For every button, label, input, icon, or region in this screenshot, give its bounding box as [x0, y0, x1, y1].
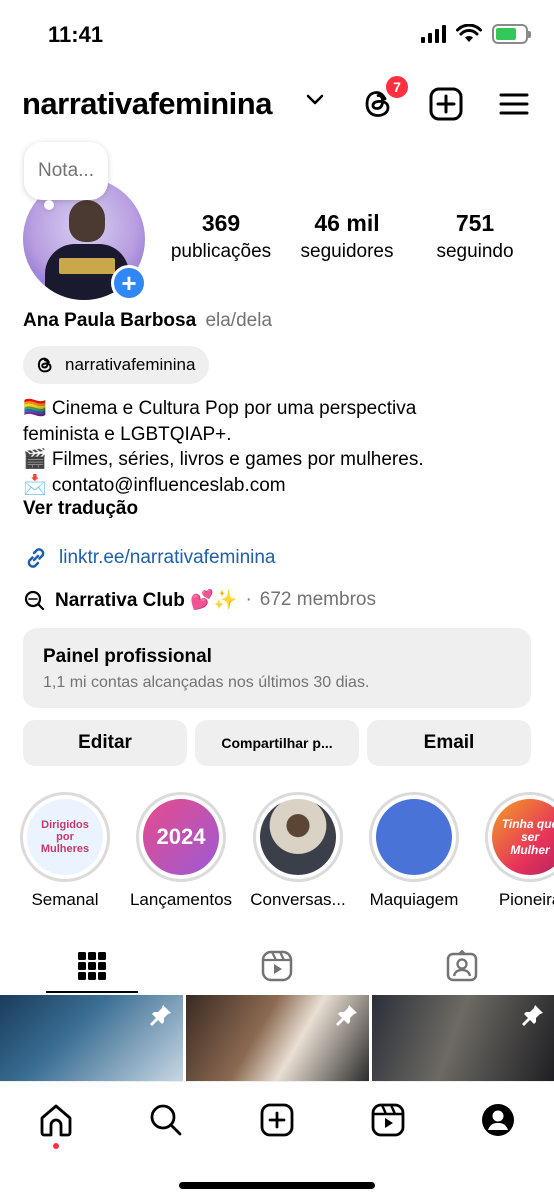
story-highlight[interactable]: Dirigidos por Mulheres Semanal [5, 792, 125, 910]
story-highlight[interactable]: Maquiagem [354, 792, 474, 910]
chevron-down-icon[interactable] [306, 94, 324, 106]
see-translation-link[interactable]: Ver tradução [23, 498, 138, 520]
tab-tagged[interactable] [370, 938, 554, 994]
grid-icon [78, 952, 106, 980]
professional-dashboard[interactable]: Painel profissional 1,1 mi contas alcanç… [23, 628, 531, 708]
stat-followers[interactable]: 46 mil seguidores [292, 210, 402, 263]
channel-name: Narrativa Club 💕✨ [55, 590, 238, 611]
add-story-icon[interactable]: + [111, 265, 147, 301]
stat-value: 46 mil [314, 210, 380, 236]
reels-icon [371, 1103, 405, 1137]
active-tab-indicator [46, 991, 138, 993]
stat-value: 369 [201, 210, 241, 236]
stat-value: 751 [455, 210, 495, 236]
wifi-icon [456, 24, 482, 42]
stat-posts[interactable]: 369 publicações [164, 210, 278, 263]
email-button[interactable]: Email [367, 720, 531, 766]
highlight-label: Pioneira [498, 890, 554, 909]
bottom-navigation [0, 1081, 554, 1200]
signal-icon [421, 25, 446, 43]
stat-following[interactable]: 751 seguindo [420, 210, 530, 263]
edit-profile-button[interactable]: Editar [23, 720, 187, 766]
status-time: 11:41 [48, 22, 104, 47]
highlight-cover: 2024 [143, 799, 219, 875]
pin-icon [522, 1005, 543, 1026]
note-bubble[interactable]: Nota... [24, 142, 108, 200]
stat-label: seguidores [300, 241, 394, 262]
profile-icon [482, 1104, 514, 1136]
status-icons [421, 24, 531, 44]
channel-icon [24, 590, 45, 611]
pin-icon [336, 1005, 357, 1026]
bio-line[interactable]: 📩 contato@influenceslab.com [23, 473, 523, 499]
grid-post[interactable] [0, 995, 183, 1081]
threads-handle: narrativafeminina [65, 355, 196, 374]
story-highlight[interactable]: 2024 Lançamentos [121, 792, 241, 910]
bio-link[interactable]: linktr.ee/narrativafeminina [23, 545, 276, 571]
stat-label: seguindo [436, 241, 514, 262]
profile-header: narrativafeminina 7 [0, 74, 554, 130]
pin-icon [150, 1005, 171, 1026]
highlight-cover: Tinha que ser Mulher [492, 799, 554, 875]
tab-posts-grid[interactable] [0, 938, 184, 994]
hamburger-menu-icon[interactable] [496, 86, 532, 122]
username-title[interactable]: narrativafeminina [22, 86, 272, 122]
threads-icon [37, 357, 52, 373]
battery-charging-icon [492, 24, 531, 44]
story-highlight[interactable]: Conversas... [238, 792, 358, 910]
search-icon [150, 1104, 182, 1136]
create-icon [260, 1103, 294, 1137]
channel-members: 672 membros [259, 589, 376, 610]
highlight-label: Conversas... [250, 890, 346, 909]
home-indicator [179, 1182, 375, 1189]
add-post-icon[interactable] [428, 86, 464, 122]
bio-link-text[interactable]: linktr.ee/narrativafeminina [59, 547, 276, 569]
profile-tabs [0, 938, 554, 994]
notification-dot [53, 1143, 59, 1149]
grid-post[interactable] [372, 995, 554, 1081]
highlight-label: Lançamentos [129, 890, 233, 909]
nav-home[interactable] [36, 1100, 76, 1140]
pronouns: ela/dela [205, 310, 273, 331]
highlight-cover [376, 799, 452, 875]
profile-name: Ana Paula Barbosa [23, 310, 197, 331]
stat-label: publicações [170, 241, 272, 262]
tagged-icon [446, 950, 478, 982]
bio-line: 🎬 Filmes, séries, livros e games por mul… [23, 449, 424, 470]
threads-profile-chip[interactable]: narrativafeminina [23, 346, 210, 384]
nav-create[interactable] [257, 1100, 297, 1140]
note-bubble-tail [44, 200, 54, 210]
nav-reels[interactable] [368, 1100, 408, 1140]
tab-reels[interactable] [185, 938, 369, 994]
dashboard-title: Painel profissional [43, 646, 212, 667]
bio: 🏳️‍🌈 Cinema e Cultura Pop por uma perspe… [23, 396, 523, 498]
channel-separator: · [245, 589, 252, 610]
threads-notification-badge: 7 [384, 74, 410, 100]
highlight-cover: Dirigidos por Mulheres [27, 799, 103, 875]
posts-grid [0, 995, 554, 1081]
link-icon [27, 548, 45, 568]
grid-post[interactable] [186, 995, 369, 1081]
broadcast-channel-row[interactable]: Narrativa Club 💕✨ · 672 membros [23, 588, 376, 612]
profile-name-line: Ana Paula Barbosa ela/dela [23, 310, 272, 332]
bio-line: 🏳️‍🌈 Cinema e Cultura Pop por uma perspe… [23, 398, 417, 419]
highlight-label: Maquiagem [369, 890, 459, 909]
bio-line: feminista e LGBTQIAP+. [23, 423, 232, 445]
highlight-cover [260, 799, 336, 875]
nav-search[interactable] [146, 1100, 186, 1140]
story-highlight[interactable]: Tinha que ser Mulher Pioneira [470, 792, 554, 910]
nav-profile[interactable] [478, 1100, 518, 1140]
home-icon [40, 1104, 72, 1137]
reels-icon [261, 950, 293, 982]
status-bar: 11:41 [0, 0, 554, 70]
share-profile-button[interactable]: Compartilhar p... [195, 720, 359, 766]
highlight-label: Semanal [31, 890, 99, 909]
dashboard-subtitle: 1,1 mi contas alcançadas nos últimos 30 … [43, 674, 370, 691]
